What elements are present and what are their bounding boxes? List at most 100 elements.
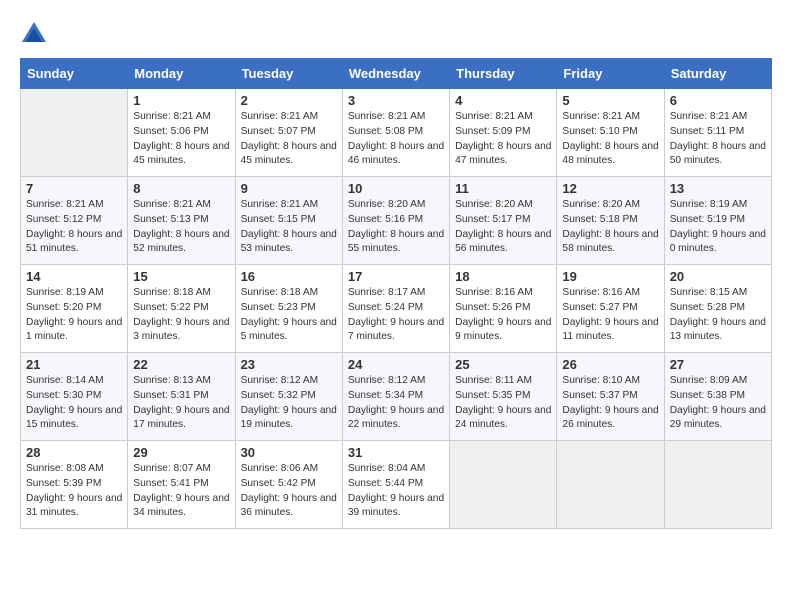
day-number: 10 [348,181,444,196]
calendar-cell: 3 Sunrise: 8:21 AMSunset: 5:08 PMDaylight… [342,89,449,177]
calendar-cell: 12 Sunrise: 8:20 AMSunset: 5:18 PMDayligh… [557,177,664,265]
day-cell-content: Sunrise: 8:19 AMSunset: 5:20 PMDaylight:… [26,286,122,345]
day-cell-content: Sunrise: 8:21 AMSunset: 5:10 PMDaylight:… [562,110,658,169]
day-cell-content: Sunrise: 8:13 AMSunset: 5:31 PMDaylight:… [133,374,229,433]
calendar-week-2: 7Sunrise: 8:21 AMSunset: 5:12 PMDaylight… [21,177,772,265]
calendar-week-1: 1 Sunrise: 8:21 AMSunset: 5:06 PMDaylight… [21,89,772,177]
day-cell-content: Sunrise: 8:12 AMSunset: 5:32 PMDaylight:… [241,374,337,433]
day-cell-content: Sunrise: 8:16 AMSunset: 5:27 PMDaylight:… [562,286,658,345]
calendar-week-3: 14 Sunrise: 8:19 AMSunset: 5:20 PMDayligh… [21,265,772,353]
weekday-header-wednesday: Wednesday [342,59,449,89]
day-cell-content: Sunrise: 8:12 AMSunset: 5:34 PMDaylight:… [348,374,444,433]
day-cell-content: Sunrise: 8:20 AMSunset: 5:18 PMDaylight:… [562,198,658,257]
day-number: 8 [133,181,229,196]
day-number: 17 [348,269,444,284]
day-cell-content: Sunrise: 8:04 AMSunset: 5:44 PMDaylight:… [348,462,444,521]
day-number: 4 [455,93,551,108]
calendar-cell: 21 Sunrise: 8:14 AMSunset: 5:30 PMDayligh… [21,353,128,441]
calendar-cell: 11Sunrise: 8:20 AMSunset: 5:17 PMDayligh… [450,177,557,265]
calendar-cell: 2 Sunrise: 8:21 AMSunset: 5:07 PMDaylight… [235,89,342,177]
day-number: 29 [133,445,229,460]
day-cell-content: Sunrise: 8:14 AMSunset: 5:30 PMDaylight:… [26,374,122,433]
calendar-cell: 29 Sunrise: 8:07 AMSunset: 5:41 PMDayligh… [128,441,235,529]
calendar-cell: 31 Sunrise: 8:04 AMSunset: 5:44 PMDayligh… [342,441,449,529]
day-number: 24 [348,357,444,372]
calendar-cell: 1 Sunrise: 8:21 AMSunset: 5:06 PMDaylight… [128,89,235,177]
day-cell-content: Sunrise: 8:21 AMSunset: 5:07 PMDaylight:… [241,110,337,169]
calendar-cell: 28 Sunrise: 8:08 AMSunset: 5:39 PMDayligh… [21,441,128,529]
day-number: 25 [455,357,551,372]
day-number: 14 [26,269,122,284]
day-cell-content: Sunrise: 8:20 AMSunset: 5:16 PMDaylight:… [348,198,444,257]
calendar-cell: 13 Sunrise: 8:19 AMSunset: 5:19 PMDayligh… [664,177,771,265]
calendar-cell: 27 Sunrise: 8:09 AMSunset: 5:38 PMDayligh… [664,353,771,441]
day-number: 28 [26,445,122,460]
day-cell-content: Sunrise: 8:08 AMSunset: 5:39 PMDaylight:… [26,462,122,521]
calendar-cell: 24 Sunrise: 8:12 AMSunset: 5:34 PMDayligh… [342,353,449,441]
day-number: 9 [241,181,337,196]
day-number: 2 [241,93,337,108]
calendar-cell: 30 Sunrise: 8:06 AMSunset: 5:42 PMDayligh… [235,441,342,529]
calendar-cell: 18 Sunrise: 8:16 AMSunset: 5:26 PMDayligh… [450,265,557,353]
calendar-cell: 4 Sunrise: 8:21 AMSunset: 5:09 PMDaylight… [450,89,557,177]
weekday-header-tuesday: Tuesday [235,59,342,89]
page-header [20,20,772,48]
logo [20,20,52,48]
day-number: 1 [133,93,229,108]
day-number: 30 [241,445,337,460]
calendar-cell: 23Sunrise: 8:12 AMSunset: 5:32 PMDayligh… [235,353,342,441]
day-cell-content: Sunrise: 8:10 AMSunset: 5:37 PMDaylight:… [562,374,658,433]
calendar-cell [450,441,557,529]
calendar-cell: 15Sunrise: 8:18 AMSunset: 5:22 PMDayligh… [128,265,235,353]
calendar-cell: 16Sunrise: 8:18 AMSunset: 5:23 PMDayligh… [235,265,342,353]
day-cell-content: Sunrise: 8:09 AMSunset: 5:38 PMDaylight:… [670,374,766,433]
day-cell-content: Sunrise: 8:20 AMSunset: 5:17 PMDaylight:… [455,198,551,257]
day-number: 19 [562,269,658,284]
day-cell-content: Sunrise: 8:06 AMSunset: 5:42 PMDaylight:… [241,462,337,521]
day-number: 3 [348,93,444,108]
day-cell-content: Sunrise: 8:21 AMSunset: 5:09 PMDaylight:… [455,110,551,169]
day-number: 6 [670,93,766,108]
day-number: 13 [670,181,766,196]
calendar-cell: 22Sunrise: 8:13 AMSunset: 5:31 PMDayligh… [128,353,235,441]
day-cell-content: Sunrise: 8:11 AMSunset: 5:35 PMDaylight:… [455,374,551,433]
calendar-cell: 5 Sunrise: 8:21 AMSunset: 5:10 PMDaylight… [557,89,664,177]
calendar-cell: 7Sunrise: 8:21 AMSunset: 5:12 PMDaylight… [21,177,128,265]
day-number: 18 [455,269,551,284]
day-number: 20 [670,269,766,284]
day-number: 5 [562,93,658,108]
day-number: 21 [26,357,122,372]
day-cell-content: Sunrise: 8:21 AMSunset: 5:11 PMDaylight:… [670,110,766,169]
day-cell-content: Sunrise: 8:18 AMSunset: 5:22 PMDaylight:… [133,286,229,345]
calendar-cell: 14 Sunrise: 8:19 AMSunset: 5:20 PMDayligh… [21,265,128,353]
calendar-cell: 10 Sunrise: 8:20 AMSunset: 5:16 PMDayligh… [342,177,449,265]
day-number: 12 [562,181,658,196]
calendar-cell: 9Sunrise: 8:21 AMSunset: 5:15 PMDaylight… [235,177,342,265]
day-cell-content: Sunrise: 8:21 AMSunset: 5:06 PMDaylight:… [133,110,229,169]
weekday-header-thursday: Thursday [450,59,557,89]
calendar-week-4: 21 Sunrise: 8:14 AMSunset: 5:30 PMDayligh… [21,353,772,441]
calendar-cell: 6 Sunrise: 8:21 AMSunset: 5:11 PMDaylight… [664,89,771,177]
day-number: 16 [241,269,337,284]
calendar-cell: 26 Sunrise: 8:10 AMSunset: 5:37 PMDayligh… [557,353,664,441]
day-number: 31 [348,445,444,460]
calendar-cell [21,89,128,177]
calendar-cell: 17 Sunrise: 8:17 AMSunset: 5:24 PMDayligh… [342,265,449,353]
logo-icon [20,20,48,48]
day-number: 26 [562,357,658,372]
day-cell-content: Sunrise: 8:21 AMSunset: 5:08 PMDaylight:… [348,110,444,169]
day-cell-content: Sunrise: 8:17 AMSunset: 5:24 PMDaylight:… [348,286,444,345]
day-number: 27 [670,357,766,372]
weekday-header-friday: Friday [557,59,664,89]
day-cell-content: Sunrise: 8:16 AMSunset: 5:26 PMDaylight:… [455,286,551,345]
calendar-cell: 19 Sunrise: 8:16 AMSunset: 5:27 PMDayligh… [557,265,664,353]
day-cell-content: Sunrise: 8:19 AMSunset: 5:19 PMDaylight:… [670,198,766,257]
calendar-cell: 20Sunrise: 8:15 AMSunset: 5:28 PMDayligh… [664,265,771,353]
weekday-header-saturday: Saturday [664,59,771,89]
calendar-table: SundayMondayTuesdayWednesdayThursdayFrid… [20,58,772,529]
weekday-header-monday: Monday [128,59,235,89]
weekday-header-row: SundayMondayTuesdayWednesdayThursdayFrid… [21,59,772,89]
day-cell-content: Sunrise: 8:07 AMSunset: 5:41 PMDaylight:… [133,462,229,521]
calendar-cell: 8Sunrise: 8:21 AMSunset: 5:13 PMDaylight… [128,177,235,265]
calendar-cell [557,441,664,529]
